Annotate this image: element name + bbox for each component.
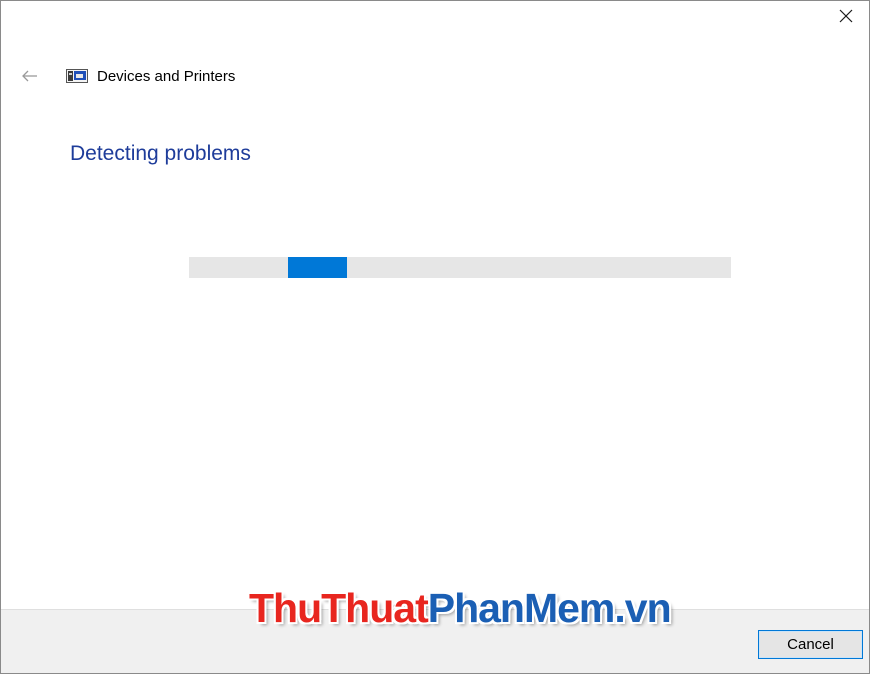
cancel-button[interactable]: Cancel [758,630,863,659]
back-button[interactable] [15,61,45,91]
watermark-logo: ThuThuatPhanMem.vn [249,585,672,631]
page-title: Detecting problems [70,142,251,165]
watermark-part-2: PhanMem [427,585,616,631]
breadcrumb-label: Devices and Printers [97,67,236,85]
close-button[interactable] [823,1,869,31]
progress-indicator [288,257,347,278]
back-arrow-icon [22,70,37,82]
troubleshooter-window: Devices and Printers Detecting problems … [0,0,870,674]
progress-bar [189,257,731,278]
watermark-part-3: .vn [614,585,671,631]
devices-and-printers-icon [66,69,88,83]
breadcrumb: Devices and Printers [66,65,235,87]
close-icon [839,9,853,23]
watermark-part-1: ThuThuat [249,585,429,631]
